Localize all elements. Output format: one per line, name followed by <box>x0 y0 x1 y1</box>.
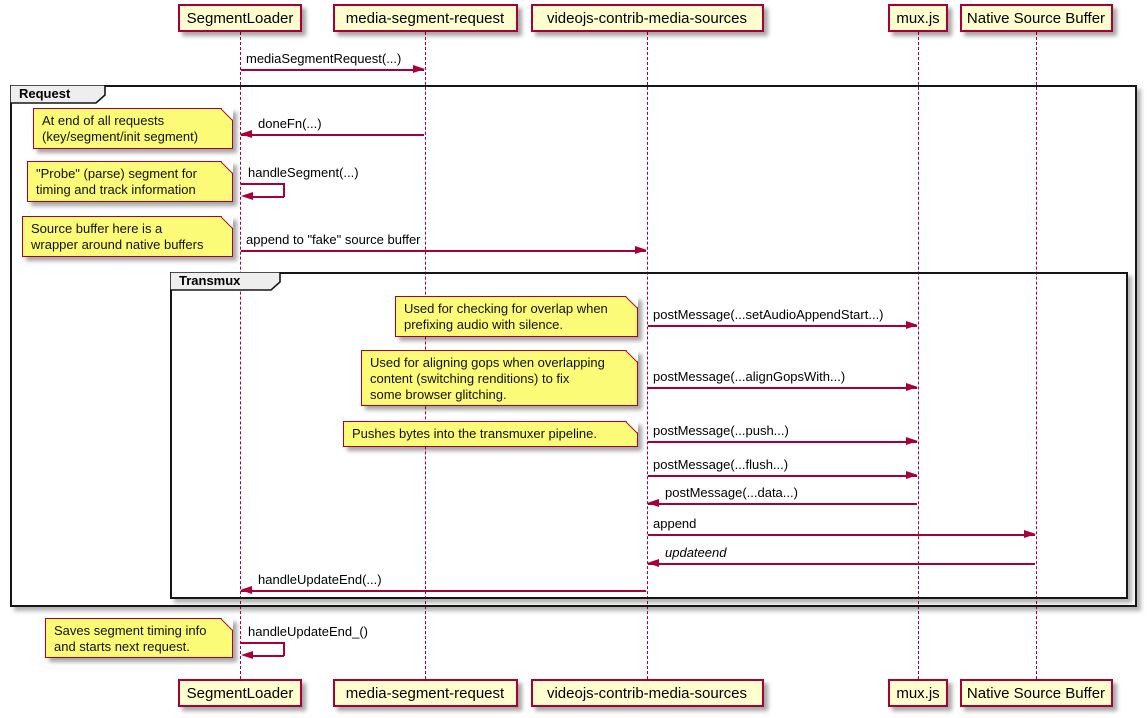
frame-tab-transmux: Transmux <box>170 272 282 292</box>
note-text: Pushes bytes into the transmuxer pipelin… <box>352 426 629 442</box>
message-arrowhead <box>635 246 647 254</box>
message-line <box>283 183 285 197</box>
message-line <box>648 534 1035 536</box>
participant-box-top: Native Source Buffer <box>960 4 1113 32</box>
message-label: handleUpdateEnd_() <box>248 624 368 639</box>
message-line <box>241 250 646 252</box>
message-line <box>251 196 284 198</box>
message-line <box>251 655 284 657</box>
message-arrowhead <box>906 321 918 329</box>
note: At end of all requests (key/segment/init… <box>33 108 233 149</box>
message-label: postMessage(...push...) <box>653 423 789 438</box>
message-label: postMessage(...data...) <box>665 485 798 500</box>
participant-box-bottom: SegmentLoader <box>178 679 302 707</box>
message-line <box>648 387 917 389</box>
note-text: Used for checking for overlap when prefi… <box>404 301 629 333</box>
note: Saves segment timing info and starts nex… <box>45 618 233 658</box>
note: "Probe" (parse) segment for timing and t… <box>27 161 233 202</box>
message-arrowhead <box>647 559 659 567</box>
participant-box-top: mux.js <box>888 4 948 32</box>
message-arrowhead <box>241 192 253 200</box>
frame-label: Transmux <box>179 273 240 288</box>
message-label: doneFn(...) <box>258 116 322 131</box>
message-arrowhead <box>906 383 918 391</box>
note: Used for checking for overlap when prefi… <box>395 296 638 337</box>
note: Pushes bytes into the transmuxer pipelin… <box>343 421 638 447</box>
participant-box-bottom: videojs-contrib-media-sources <box>531 679 764 707</box>
message-line <box>283 642 285 656</box>
message-arrowhead <box>240 130 252 138</box>
message-line <box>241 69 424 71</box>
note-text: Source buffer here is a wrapper around n… <box>31 221 224 253</box>
message-label: handleSegment(...) <box>248 165 359 180</box>
message-line <box>648 441 917 443</box>
message-arrowhead <box>413 65 425 73</box>
message-label: postMessage(...flush...) <box>653 457 788 472</box>
participant-box-bottom: media-segment-request <box>333 679 518 707</box>
message-label: append to "fake" source buffer <box>246 232 421 247</box>
message-line <box>241 590 646 592</box>
message-label: postMessage(...setAudioAppendStart...) <box>653 307 884 322</box>
participant-box-top: media-segment-request <box>333 4 518 32</box>
message-arrowhead <box>240 586 252 594</box>
note-text: Saves segment timing info and starts nex… <box>54 623 224 655</box>
note: Used for aligning gops when overlapping … <box>361 350 638 406</box>
participant-box-top: videojs-contrib-media-sources <box>531 4 764 32</box>
message-arrowhead <box>906 471 918 479</box>
participant-box-top: SegmentLoader <box>178 4 302 32</box>
message-line <box>648 563 1035 565</box>
message-label: mediaSegmentRequest(...) <box>246 51 401 66</box>
message-arrowhead <box>241 651 253 659</box>
note-text: At end of all requests (key/segment/init… <box>42 113 224 145</box>
note-text: Used for aligning gops when overlapping … <box>370 355 629 403</box>
message-label: handleUpdateEnd(...) <box>258 572 382 587</box>
message-line <box>648 475 917 477</box>
note: Source buffer here is a wrapper around n… <box>22 216 233 257</box>
message-label: updateend <box>665 545 726 560</box>
message-label: append <box>653 516 696 531</box>
message-arrowhead <box>647 499 659 507</box>
message-label: postMessage(...alignGopsWith...) <box>653 369 845 384</box>
participant-box-bottom: Native Source Buffer <box>960 679 1113 707</box>
message-line <box>648 325 917 327</box>
message-line <box>241 134 424 136</box>
participant-box-bottom: mux.js <box>888 679 948 707</box>
note-text: "Probe" (parse) segment for timing and t… <box>36 166 224 198</box>
message-arrowhead <box>906 437 918 445</box>
frame-tab-request: Request <box>10 85 107 105</box>
frame-transmux <box>170 272 1128 599</box>
frame-label: Request <box>19 86 70 101</box>
message-line <box>648 503 917 505</box>
message-line <box>241 642 284 644</box>
message-line <box>241 183 284 185</box>
plantuml-sequence-diagram: Request Transmux mediaSegmentRequest(...) d… <box>0 0 1147 718</box>
message-arrowhead <box>1024 530 1036 538</box>
